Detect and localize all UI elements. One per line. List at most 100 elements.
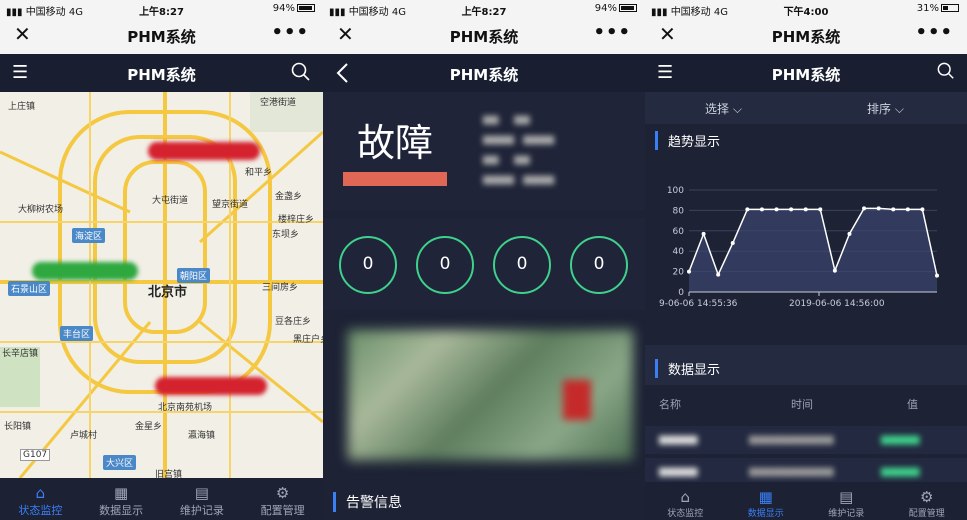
fault-status-text: 故障 bbox=[357, 121, 434, 165]
series-area bbox=[689, 208, 937, 292]
data-point bbox=[905, 207, 910, 212]
map-marker-fault[interactable] bbox=[148, 142, 260, 160]
bottom-tab-bar: ⌂ 状态监控 ▦ 数据显示 ▤ 维护记录 ⚙ 配置管理 bbox=[0, 478, 323, 520]
map-label: 长阳镇 bbox=[4, 422, 32, 432]
map-label: 望京街道 bbox=[212, 200, 249, 210]
alarm-section-title: 告警信息 bbox=[333, 492, 402, 512]
bottom-tab-bar: ⌂ 状态监控 ▦ 数据显示 ▤ 维护记录 ⚙ 配置管理 bbox=[645, 482, 967, 520]
chevron-down-icon: ⌵ bbox=[894, 102, 904, 116]
phone-data-display: ▮▮▮ 中国移动 4G 下午4:00 31% ✕ PHM系统 ••• ☰ PHM… bbox=[645, 0, 967, 520]
app-header: ☰ PHM系统 bbox=[0, 54, 323, 92]
map-label: 瀛海镇 bbox=[188, 431, 216, 441]
map-marker-fault[interactable] bbox=[155, 377, 267, 395]
sort-dropdown[interactable]: 排序 ⌵ bbox=[867, 100, 904, 117]
map-label: 空港街道 bbox=[260, 98, 297, 108]
y-tick-label: 80 bbox=[673, 206, 685, 216]
app-title: PHM系统 bbox=[127, 66, 196, 84]
district-label: 大兴区 bbox=[103, 455, 137, 470]
data-point bbox=[862, 206, 867, 211]
fault-indicator-bar bbox=[343, 172, 447, 186]
battery-indicator: 31% bbox=[917, 3, 959, 14]
y-tick-label: 60 bbox=[673, 227, 685, 237]
data-point bbox=[745, 207, 750, 212]
tab-data-display[interactable]: ▦ 数据显示 bbox=[726, 482, 807, 520]
map-label: 上庄镇 bbox=[8, 102, 36, 112]
tab-config[interactable]: ⚙ 配置管理 bbox=[887, 482, 967, 520]
x-tick-label: 2019-06-06 14:56:00 bbox=[789, 299, 885, 309]
trend-chart: 0 20 40 60 80 100 9-06-06 14:55:36 2019-06-06 1… bbox=[659, 186, 939, 309]
more-icon[interactable]: ••• bbox=[593, 22, 631, 43]
data-point bbox=[789, 207, 794, 212]
filter-bar: 选择 ⌵ 排序 ⌵ bbox=[645, 92, 967, 124]
map-label: 旧宫镇 bbox=[155, 470, 183, 478]
battery-indicator: 94% bbox=[273, 3, 315, 14]
chevron-down-icon: ⌵ bbox=[732, 102, 742, 116]
app-header: ☰ PHM系统 bbox=[645, 54, 967, 92]
data-point bbox=[759, 207, 764, 212]
status-bar: ▮▮▮ 中国移动 4G 上午8:27 94% bbox=[0, 0, 323, 18]
table-row[interactable]: ▆▆▆▆▆ ▆▆▆▆▆▆▆▆▆▆▆ ▆▆▆▆▆ bbox=[645, 426, 967, 454]
map-label: 金盏乡 bbox=[275, 192, 303, 202]
map-label: 长辛店镇 bbox=[2, 349, 39, 359]
map-city-label: 北京市 bbox=[148, 285, 188, 300]
tab-status-monitor[interactable]: ⌂ 状态监控 bbox=[645, 482, 726, 520]
more-icon[interactable]: ••• bbox=[271, 22, 309, 43]
tab-data-display[interactable]: ▦ 数据显示 bbox=[81, 478, 162, 520]
map-view[interactable]: 上庄镇 空港街道 大柳树农场 大屯街道 望京街道 和平乡 金盏乡 楼梓庄乡 东坝… bbox=[0, 92, 323, 478]
grid-icon: ▦ bbox=[114, 484, 129, 502]
tab-status-monitor[interactable]: ⌂ 状态监控 bbox=[0, 478, 81, 520]
phone-device-detail: ▮▮▮ 中国移动 4G 上午8:27 94% ✕ PHM系统 ••• PHM系统… bbox=[323, 0, 645, 520]
home-icon: ⌂ bbox=[680, 488, 691, 506]
y-tick-label: 40 bbox=[673, 247, 685, 257]
gear-icon: ⚙ bbox=[275, 484, 290, 502]
search-icon[interactable] bbox=[937, 62, 955, 84]
home-icon: ⌂ bbox=[35, 484, 46, 502]
phone-status-monitor: ▮▮▮ 中国移动 4G 上午8:27 94% ✕ PHM系统 ••• ☰ PHM… bbox=[0, 0, 323, 520]
gauge: 0 bbox=[337, 234, 399, 296]
y-tick-label: 100 bbox=[667, 186, 684, 196]
data-point bbox=[701, 231, 706, 236]
tab-maintenance[interactable]: ▤ 维护记录 bbox=[162, 478, 243, 520]
trend-section-title: 趋势显示 bbox=[655, 131, 720, 150]
road-label: G107 bbox=[20, 449, 51, 461]
data-point bbox=[891, 207, 896, 212]
wechat-bar: ✕ PHM系统 ••• bbox=[0, 18, 323, 54]
district-label: 海淀区 bbox=[72, 228, 106, 243]
data-point bbox=[716, 272, 721, 277]
record-icon: ▤ bbox=[839, 488, 854, 506]
search-icon[interactable] bbox=[291, 62, 311, 86]
app-title: PHM系统 bbox=[449, 66, 519, 84]
battery-icon bbox=[297, 4, 315, 12]
tab-maintenance[interactable]: ▤ 维护记录 bbox=[806, 482, 887, 520]
map-label: 和平乡 bbox=[245, 168, 273, 178]
map-label: 卢城村 bbox=[70, 431, 98, 441]
map-label: 北京南苑机场 bbox=[158, 403, 213, 413]
map-label: 大屯街道 bbox=[152, 196, 189, 206]
device-info-redacted: ▆▆ ▆▆ ▆▆▆▆ ▆▆▆▆ ▆▆ ▆▆ ▆▆▆▆ ▆▆▆▆ bbox=[483, 114, 555, 185]
y-tick-label: 0 bbox=[678, 288, 684, 298]
gauge: 0 bbox=[568, 234, 630, 296]
district-label: 石景山区 bbox=[8, 281, 51, 296]
map-label: 黑庄户乡 bbox=[293, 335, 323, 345]
gauge: 0 bbox=[414, 234, 476, 296]
map-label: 东坝乡 bbox=[272, 230, 300, 240]
y-tick-label: 20 bbox=[673, 268, 685, 278]
tab-config[interactable]: ⚙ 配置管理 bbox=[242, 478, 323, 520]
status-bar: ▮▮▮ 中国移动 4G 上午8:27 94% bbox=[323, 0, 645, 18]
district-label: 朝阳区 bbox=[177, 268, 211, 283]
grid-icon: ▦ bbox=[758, 488, 773, 506]
data-point bbox=[847, 231, 852, 236]
map-label: 豆各庄乡 bbox=[275, 317, 312, 327]
data-point bbox=[920, 207, 925, 212]
map-marker-normal[interactable] bbox=[32, 262, 138, 280]
map-label: 三间房乡 bbox=[262, 283, 299, 293]
select-dropdown[interactable]: 选择 ⌵ bbox=[705, 100, 742, 117]
app-title: PHM系统 bbox=[771, 66, 841, 84]
data-point bbox=[687, 269, 691, 274]
more-icon[interactable]: ••• bbox=[915, 22, 953, 43]
data-point bbox=[803, 207, 808, 212]
data-point bbox=[818, 207, 823, 212]
data-point bbox=[876, 206, 881, 211]
record-icon: ▤ bbox=[194, 484, 209, 502]
wechat-bar: ✕ PHM系统 ••• bbox=[645, 18, 967, 54]
